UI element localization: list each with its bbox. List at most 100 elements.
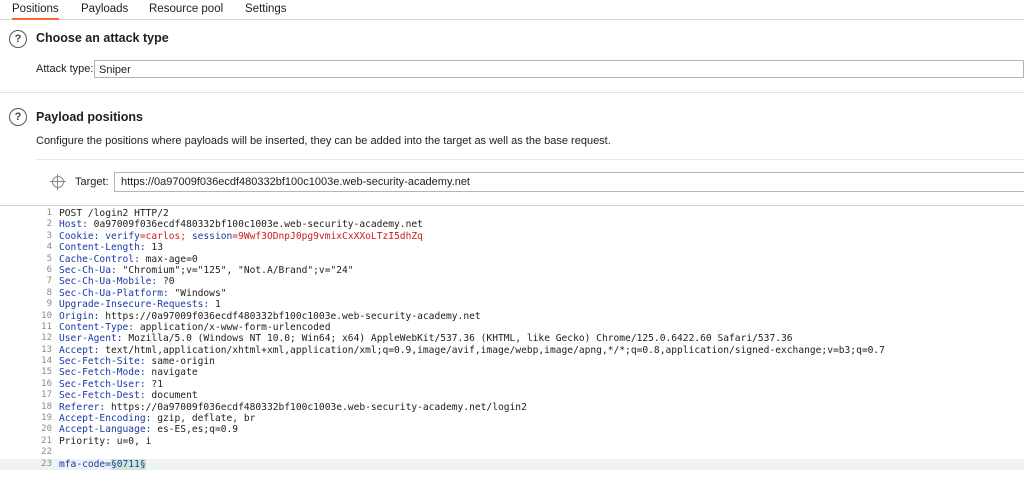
header-value: max-age=0 [139,253,198,265]
line-code: Referer: https://0a97009f036ecdf480332bf… [59,402,527,413]
line-code: User-Agent: Mozilla/5.0 (Windows NT 10.0… [59,333,793,344]
attack-type-title: Choose an attack type [36,31,169,45]
request-line: 6 Sec-Ch-Ua: "Chromium";v="125", "Not.A/B… [0,265,1024,276]
header-name: Accept-Language: [59,424,152,436]
line-number: 15 [41,367,52,378]
line-code: Cache-Control: max-age=0 [59,254,198,265]
line-number: 8 [46,287,52,298]
tab-resource-pool[interactable]: Resource pool [149,0,223,19]
header-value: 1 [209,299,221,311]
tab-bar: Positions Payloads Resource pool Setting… [0,0,1024,20]
header-name: Sec-Fetch-Dest: [59,390,146,402]
request-line: 17 Sec-Fetch-Dest: document [0,390,1024,401]
header-value: "Chromium";v="125", "Not.A/Brand";v="24" [116,264,354,276]
payload-position-marker[interactable]: §0711§ [110,458,146,470]
request-body-line: 23 mfa-code=§0711§ [0,458,1024,470]
help-icon[interactable]: ? [9,30,27,48]
request-line: 20 Accept-Language: es-ES,es;q=0.9 [0,424,1024,435]
line-number: 17 [41,390,52,401]
header-name: Accept-Encoding: [59,413,152,425]
help-icon[interactable]: ? [9,108,27,126]
header-value: https://0a97009f036ecdf480332bf100c1003e… [105,401,527,413]
line-number: 16 [41,378,52,389]
line-number: 7 [46,276,52,287]
line-code: Upgrade-Insecure-Requests: 1 [59,299,221,310]
line-code: Accept-Language: es-ES,es;q=0.9 [59,424,238,435]
request-line: 4 Content-Length: 13 [0,242,1024,253]
header-value: text/html,application/xhtml+xml,applicat… [99,344,885,356]
header-value: Mozilla/5.0 (Windows NT 10.0; Win64; x64… [122,333,793,345]
line-code: Content-Length: 13 [59,242,163,253]
line-code: Cookie: verify=carlos; session=9Wwf3ODnp… [59,231,423,242]
line-number: 11 [41,321,52,332]
header-name: Sec-Fetch-Mode: [59,367,146,379]
param-name: mfa-code= [59,458,111,470]
line-number: 5 [46,253,52,264]
request-line: 11 Content-Type: application/x-www-form-u… [0,322,1024,333]
attack-type-value: Sniper [99,64,131,76]
request-line: 1 POST /login2 HTTP/2 [0,208,1024,219]
line-number: 6 [46,264,52,275]
header-name: Content-Length: [59,242,146,254]
request-line: 21 Priority: u=0, i [0,436,1024,447]
request-line: 7 Sec-Ch-Ua-Mobile: ?0 [0,276,1024,287]
request-line: 8 Sec-Ch-Ua-Platform: "Windows" [0,288,1024,299]
request-line: 12 User-Agent: Mozilla/5.0 (Windows NT 10… [0,333,1024,344]
request-line: 9 Upgrade-Insecure-Requests: 1 [0,299,1024,310]
tab-settings[interactable]: Settings [245,0,287,19]
line-number: 22 [41,447,52,458]
line-number: 18 [41,401,52,412]
tab-payloads[interactable]: Payloads [81,0,128,19]
header-value: es-ES,es;q=0.9 [151,424,239,436]
target-value: https://0a97009f036ecdf480332bf100c1003e… [121,176,470,188]
header-value: same-origin [145,356,215,368]
request-line: 5 Cache-Control: max-age=0 [0,254,1024,265]
header-name: Sec-Ch-Ua-Mobile: [59,276,158,288]
header-name: Upgrade-Insecure-Requests: [59,299,210,311]
tab-positions[interactable]: Positions [12,0,59,20]
section-divider [36,159,1024,160]
header-value: Priority: u=0, i [59,435,152,447]
target-input[interactable]: https://0a97009f036ecdf480332bf100c1003e… [114,172,1024,192]
attack-type-label: Attack type: [36,63,94,75]
line-code: Sec-Fetch-Mode: navigate [59,367,198,378]
request-line: 2 Host: 0a97009f036ecdf480332bf100c1003e.… [0,219,1024,230]
header-name: Origin: [59,310,100,322]
line-number: 4 [46,242,52,253]
line-number: 10 [41,310,52,321]
header-value: 13 [145,242,163,254]
line-number: 20 [41,424,52,435]
line-code: Accept: text/html,application/xhtml+xml,… [59,345,885,356]
line-code: Sec-Fetch-Site: same-origin [59,356,215,367]
header-name: Sec-Ch-Ua-Platform: [59,287,169,299]
header-name: Cookie: [59,230,100,242]
attack-type-select[interactable]: Sniper [94,60,1024,78]
payload-positions-description: Configure the positions where payloads w… [36,135,611,147]
line-number: 19 [41,413,52,424]
header-name: Host: [59,219,88,231]
line-code: POST /login2 HTTP/2 [59,208,169,219]
line-number: 23 [41,458,52,469]
header-name: Content-Type: [59,321,135,333]
line-number: 3 [46,230,52,241]
line-code: Priority: u=0, i [59,436,151,447]
header-value: navigate [145,367,198,379]
header-value: application/x-www-form-urlencoded [134,321,331,333]
request-line: 13 Accept: text/html,application/xhtml+xm… [0,345,1024,356]
header-value: "Windows" [168,287,227,299]
request-line: 16 Sec-Fetch-User: ?1 [0,379,1024,390]
header-value: POST /login2 HTTP/2 [59,208,169,219]
header-name: Sec-Fetch-Site: [59,356,146,368]
line-code: mfa-code=§0711§ [59,458,146,470]
request-editor[interactable]: 1 POST /login2 HTTP/2 2 Host: 0a97009f036ec… [0,205,1024,498]
line-number: 14 [41,356,52,367]
header-value: gzip, deflate, br [151,413,256,425]
request-line: 22 [0,447,1024,458]
header-name: Referer: [59,401,106,413]
line-code: Sec-Fetch-Dest: document [59,390,198,401]
header-name: Sec-Ch-Ua: [59,264,117,276]
line-number: 12 [41,333,52,344]
header-name: Cache-Control: [59,253,140,265]
section-divider [0,92,1024,93]
line-code: Accept-Encoding: gzip, deflate, br [59,413,255,424]
